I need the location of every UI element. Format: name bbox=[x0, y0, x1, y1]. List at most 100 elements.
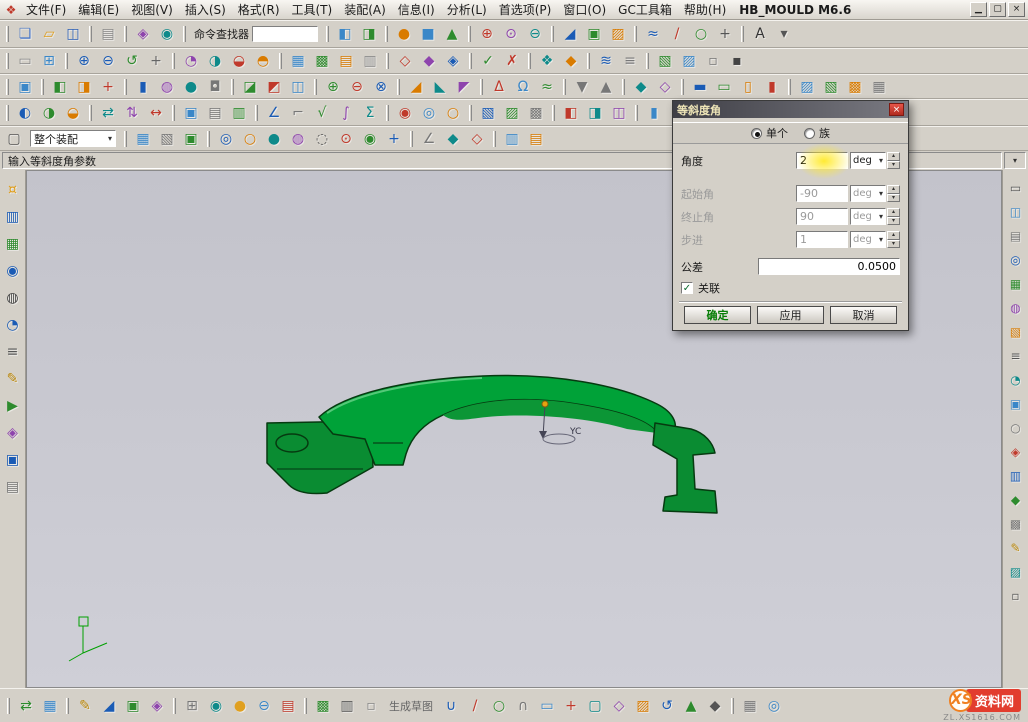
menu-item-10[interactable]: 窗口(O) bbox=[557, 0, 612, 20]
text-icon[interactable]: A bbox=[748, 23, 772, 45]
angle-input[interactable] bbox=[796, 152, 848, 169]
dialog-close-button[interactable]: × bbox=[889, 103, 904, 116]
type-filter-icon[interactable]: ▢ bbox=[2, 128, 26, 150]
angle-spinner[interactable]: ▴ ▾ bbox=[887, 152, 900, 169]
view-icon-20[interactable]: ◆ bbox=[417, 50, 441, 72]
apply-button[interactable]: 应用 bbox=[757, 306, 824, 324]
materials-icon[interactable]: ◈ bbox=[2, 419, 24, 446]
simple-analysis-icon[interactable]: ◉ bbox=[393, 102, 417, 124]
unite-icon[interactable]: ⊕ bbox=[475, 23, 499, 45]
measure-angle-icon[interactable]: ∠ bbox=[262, 102, 286, 124]
checkbox-checked-icon[interactable]: ✓ bbox=[681, 282, 693, 294]
studio-view-icon[interactable]: ◓ bbox=[251, 50, 275, 72]
view-icon-15[interactable]: ▩ bbox=[310, 50, 334, 72]
bottom-icon-9[interactable]: ⊞ bbox=[180, 695, 204, 717]
assemblies-icon[interactable]: ◈ bbox=[131, 23, 155, 45]
view-icon-16[interactable]: ▤ bbox=[334, 50, 358, 72]
circle-icon[interactable]: ○ bbox=[689, 23, 713, 45]
sync-icon-2[interactable]: ◑ bbox=[37, 102, 61, 124]
bottom-icon-6[interactable]: ▣ bbox=[121, 695, 145, 717]
feature-icon-36[interactable]: ▯ bbox=[736, 76, 760, 98]
bottom-icon-16[interactable]: ▥ bbox=[335, 695, 359, 717]
radio-single[interactable]: 单个 bbox=[751, 125, 788, 141]
bottom2-icon-8[interactable]: ▨ bbox=[631, 695, 655, 717]
line-icon[interactable]: / bbox=[665, 23, 689, 45]
angle-unit-combo[interactable]: deg ▾ bbox=[850, 152, 886, 169]
right-icon-7[interactable]: ≡ bbox=[1005, 344, 1027, 368]
bottom-icon-10[interactable]: ◉ bbox=[204, 695, 228, 717]
save-button[interactable]: ◫ bbox=[61, 23, 85, 45]
right-icon-15[interactable]: ✎ bbox=[1005, 536, 1027, 560]
feature-icon-41[interactable]: ▩ bbox=[843, 76, 867, 98]
fit-view-icon[interactable]: ⊞ bbox=[37, 50, 61, 72]
feature-icon-14[interactable]: ◫ bbox=[286, 76, 310, 98]
snap-existing-point-icon[interactable]: ◉ bbox=[358, 128, 382, 150]
right-icon-12[interactable]: ▥ bbox=[1005, 464, 1027, 488]
sketch-button[interactable]: ▣ bbox=[13, 76, 37, 98]
refresh-icon[interactable]: ▭ bbox=[13, 50, 37, 72]
view-layout-icon[interactable]: ◧ bbox=[333, 23, 357, 45]
menu-item-5[interactable]: 工具(T) bbox=[286, 0, 339, 20]
sync-icon-28[interactable]: ◨ bbox=[583, 102, 607, 124]
sync-icon-1[interactable]: ◐ bbox=[13, 102, 37, 124]
bottom-icon-15[interactable]: ▩ bbox=[311, 695, 335, 717]
snap-icon-19[interactable]: ▤ bbox=[524, 128, 548, 150]
shaded-view-icon[interactable]: ◑ bbox=[203, 50, 227, 72]
menu-item-12[interactable]: 帮助(H) bbox=[678, 0, 732, 20]
view-icon-24[interactable]: ✗ bbox=[500, 50, 524, 72]
ok-button[interactable]: 确定 bbox=[684, 306, 751, 324]
bottom-icon-5[interactable]: ◢ bbox=[97, 695, 121, 717]
assembly-navigator-icon[interactable]: ▣ bbox=[2, 446, 24, 473]
offset-region-icon[interactable]: ↔ bbox=[144, 102, 168, 124]
point-icon[interactable]: + bbox=[713, 23, 737, 45]
view-icon-14[interactable]: ▦ bbox=[286, 50, 310, 72]
right-icon-14[interactable]: ▩ bbox=[1005, 512, 1027, 536]
view-icon-30[interactable]: ≡ bbox=[618, 50, 642, 72]
right-icon-1[interactable]: ◫ bbox=[1005, 200, 1027, 224]
sync-icon-20[interactable]: ◎ bbox=[417, 102, 441, 124]
sync-icon-21[interactable]: ○ bbox=[441, 102, 465, 124]
snap-icon-16[interactable]: ◇ bbox=[465, 128, 489, 150]
sync-icon-27[interactable]: ◧ bbox=[559, 102, 583, 124]
process-icon[interactable]: ▶ bbox=[2, 392, 24, 419]
bottom2-icon-7[interactable]: ◇ bbox=[607, 695, 631, 717]
bottom2-icon-14[interactable]: ◎ bbox=[762, 695, 786, 717]
menu-item-11[interactable]: GC工具箱 bbox=[612, 0, 678, 20]
sphere-icon[interactable]: ● bbox=[392, 23, 416, 45]
pull-face-icon[interactable]: ⇅ bbox=[120, 102, 144, 124]
pan-view-icon[interactable]: + bbox=[144, 50, 168, 72]
snap-icon-15[interactable]: ◆ bbox=[441, 128, 465, 150]
view-icon-34[interactable]: ▫ bbox=[701, 50, 725, 72]
right-icon-8[interactable]: ◔ bbox=[1005, 368, 1027, 392]
view-icon-17[interactable]: ▥ bbox=[358, 50, 382, 72]
sync-icon-25[interactable]: ▩ bbox=[524, 102, 548, 124]
wcs-triad[interactable] bbox=[69, 617, 107, 661]
bottom-icon-7[interactable]: ◈ bbox=[145, 695, 169, 717]
sync-icon-9[interactable]: ▣ bbox=[179, 102, 203, 124]
bottom2-icon-5[interactable]: + bbox=[559, 695, 583, 717]
pattern-icon[interactable]: ▣ bbox=[582, 23, 606, 45]
extrude-icon[interactable]: ▮ bbox=[131, 76, 155, 98]
part-navigator-icon[interactable]: ≡ bbox=[2, 338, 24, 365]
menu-item-2[interactable]: 视图(V) bbox=[125, 0, 179, 20]
right-icon-3[interactable]: ◎ bbox=[1005, 248, 1027, 272]
bottom2-icon-9[interactable]: ↺ bbox=[655, 695, 679, 717]
menu-item-0[interactable]: 文件(F) bbox=[20, 0, 72, 20]
edge-chamfer-icon[interactable]: ◢ bbox=[404, 76, 428, 98]
wave-link-icon[interactable]: ◉ bbox=[155, 23, 179, 45]
notes-icon[interactable]: ✎ bbox=[2, 365, 24, 392]
subtract-icon[interactable]: ⊖ bbox=[523, 23, 547, 45]
layer-settings-icon[interactable]: ◨ bbox=[357, 23, 381, 45]
close-button[interactable]: × bbox=[1008, 2, 1025, 17]
intersect-icon[interactable]: ⊗ bbox=[369, 76, 393, 98]
sync-icon-10[interactable]: ▤ bbox=[203, 102, 227, 124]
feature-icon-37[interactable]: ▮ bbox=[760, 76, 784, 98]
sync-icon-23[interactable]: ▧ bbox=[476, 102, 500, 124]
chamfer-icon[interactable]: ◢ bbox=[558, 23, 582, 45]
through-curves-icon[interactable]: ≈ bbox=[535, 76, 559, 98]
view-icon-23[interactable]: ✓ bbox=[476, 50, 500, 72]
sync-icon-14[interactable]: ⌐ bbox=[286, 102, 310, 124]
right-icon-11[interactable]: ◈ bbox=[1005, 440, 1027, 464]
view-icon-32[interactable]: ▧ bbox=[653, 50, 677, 72]
snap-icon-14[interactable]: ∠ bbox=[417, 128, 441, 150]
